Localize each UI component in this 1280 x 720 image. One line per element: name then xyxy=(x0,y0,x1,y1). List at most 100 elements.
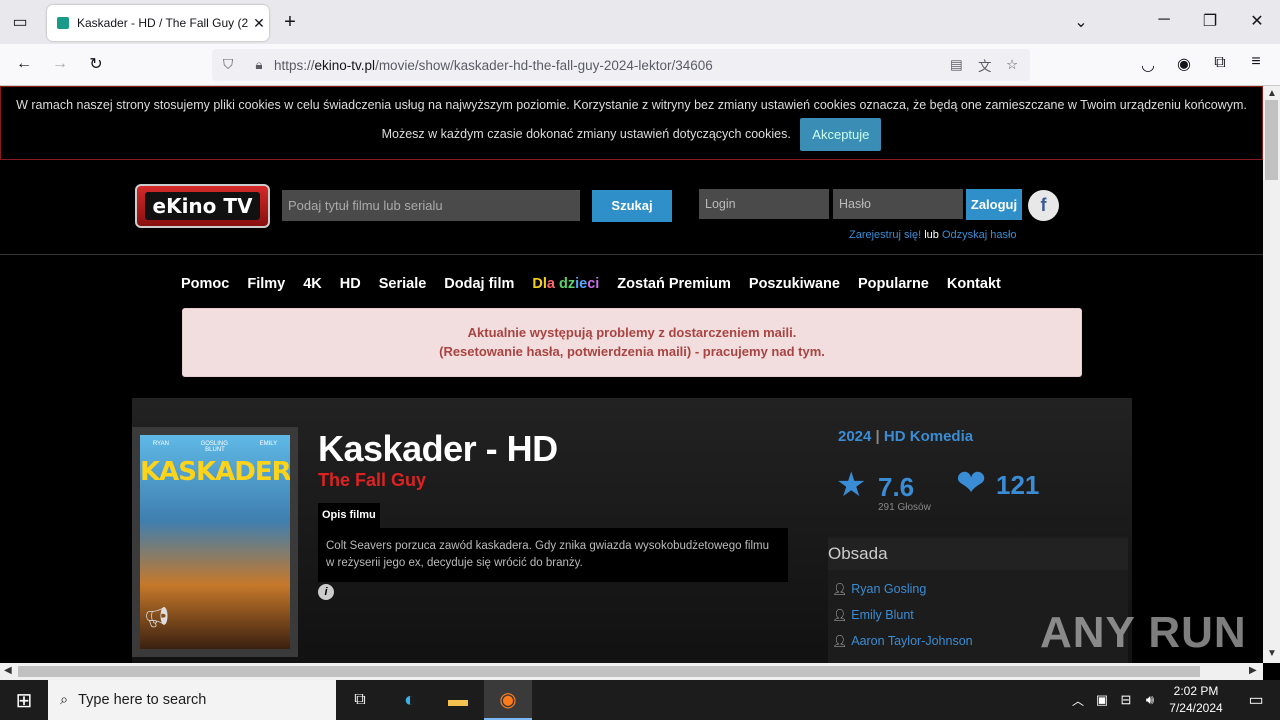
info-icon[interactable]: i xyxy=(318,584,334,600)
main-menu: Pomoc Filmy 4K HD Seriale Dodaj film Dla… xyxy=(181,276,1019,292)
movie-year[interactable]: 2024 xyxy=(838,428,871,445)
or-text: lub xyxy=(924,229,939,241)
cast-item[interactable]: 👤︎ Aaron Taylor-Johnson xyxy=(832,634,973,648)
menu-item-4k[interactable]: 4K xyxy=(303,276,322,292)
person-icon: 👤︎ xyxy=(832,582,848,596)
vertical-scrollbar[interactable]: ▲ ▼ xyxy=(1263,86,1280,663)
register-link[interactable]: Zarejestruj się! xyxy=(849,229,921,241)
url-bar[interactable]: ⛉ 🔒︎ https://ekino-tv.pl/movie/show/kask… xyxy=(212,49,1030,81)
menu-item-popularne[interactable]: Popularne xyxy=(858,276,929,292)
login-button[interactable]: Zaloguj xyxy=(966,189,1022,220)
menu-item-pomoc[interactable]: Pomoc xyxy=(181,276,229,292)
password-field[interactable]: Hasło xyxy=(833,189,963,219)
clock-time: 2:02 PM xyxy=(1173,684,1219,698)
likes-count: 121 xyxy=(996,470,1040,500)
taskbar-search[interactable]: ⌕ Type here to search xyxy=(48,680,336,720)
scroll-down-icon[interactable]: ▼ xyxy=(1267,648,1277,659)
network-icon[interactable]: ⊟ xyxy=(1114,680,1138,720)
alert-line-2: (Resetowanie hasła, potwierdzenia maili)… xyxy=(439,344,825,359)
reload-icon[interactable]: ↻ xyxy=(84,54,108,74)
search-icon: ⌕ xyxy=(60,692,69,708)
file-explorer-icon[interactable]: ▬ xyxy=(434,680,482,720)
url-path: /movie/show/kaskader-hd-the-fall-guy-202… xyxy=(375,57,713,73)
vertical-scroll-thumb[interactable] xyxy=(1265,100,1278,180)
facebook-icon[interactable]: f xyxy=(1028,190,1059,221)
movie-genre[interactable]: HD Komedia xyxy=(884,428,973,445)
megaphone-icon: 📢︎ xyxy=(144,607,170,629)
tab-description[interactable]: Opis filmu xyxy=(318,503,380,528)
translate-icon[interactable]: 文 xyxy=(978,55,992,75)
movie-rating: 7.6 xyxy=(878,472,915,502)
menu-item-premium[interactable]: Zostań Premium xyxy=(617,276,731,292)
shield-icon[interactable]: ⛉ xyxy=(212,57,244,73)
cookie-accept-button[interactable]: Akceptuje xyxy=(800,118,882,151)
lock-icon[interactable]: 🔒︎ xyxy=(244,57,274,73)
poster-image: RYAN GOSLING EMILY BLUNT KASKADER 📢︎ xyxy=(140,435,290,649)
cast-item[interactable]: 👤︎ Ryan Gosling xyxy=(832,582,926,596)
menu-item-seriale[interactable]: Seriale xyxy=(379,276,427,292)
app-menu-icon[interactable]: ≡ xyxy=(1244,53,1268,71)
horizontal-scroll-thumb[interactable] xyxy=(18,666,1200,677)
account-icon[interactable]: ◉ xyxy=(1172,54,1196,74)
tab-title: Kaskader - HD / The Fall Guy (2 xyxy=(77,16,249,30)
minimize-icon[interactable]: ─ xyxy=(1152,11,1176,29)
cast-title: Obsada xyxy=(828,538,1128,570)
forward-icon[interactable]: → xyxy=(48,55,72,73)
firefox-icon[interactable]: ◉ xyxy=(484,680,532,720)
star-icon[interactable]: ★ xyxy=(836,468,866,502)
new-tab-icon[interactable]: + xyxy=(278,11,302,34)
tray-device-icon[interactable]: ▣ xyxy=(1090,680,1114,720)
volume-icon[interactable]: 🔊︎ xyxy=(1138,680,1162,720)
search-input[interactable]: Podaj tytuł filmu lub serialu xyxy=(282,190,580,221)
movie-details: RYAN GOSLING EMILY BLUNT KASKADER 📢︎ Kas… xyxy=(132,398,1132,663)
url-host: ekino-tv.pl xyxy=(314,57,376,73)
scroll-up-icon[interactable]: ▲ xyxy=(1267,88,1277,99)
restore-icon[interactable]: ❐ xyxy=(1198,11,1222,31)
person-icon: 👤︎ xyxy=(832,634,848,648)
person-icon: 👤︎ xyxy=(832,608,848,622)
poster-title: KASKADER xyxy=(140,457,290,487)
horizontal-scrollbar[interactable]: ◀ ▶ xyxy=(0,663,1263,680)
heart-icon[interactable]: ❤ xyxy=(956,464,986,502)
bookmark-star-icon[interactable]: ☆ xyxy=(1006,57,1018,73)
tab-close-icon[interactable]: ✕ xyxy=(249,15,269,32)
cookie-banner: W ramach naszej strony stosujemy pliki c… xyxy=(0,86,1263,160)
site-logo[interactable]: eKino TV xyxy=(135,184,270,228)
menu-item-poszukiwane[interactable]: Poszukiwane xyxy=(749,276,840,292)
browser-tab-active[interactable]: Kaskader - HD / The Fall Guy (2 ✕ xyxy=(47,5,269,41)
taskbar-clock[interactable]: 2:02 PM 7/24/2024 xyxy=(1164,683,1228,717)
cookie-text: W ramach naszej strony stosujemy pliki c… xyxy=(16,98,1247,141)
windows-taskbar: ⊞ ⌕ Type here to search ⧉ ◐ ▬ ◉ ︿ ▣ ⊟ 🔊︎… xyxy=(0,680,1280,720)
login-field[interactable]: Login xyxy=(699,189,829,219)
scroll-right-icon[interactable]: ▶ xyxy=(1249,665,1257,676)
close-window-icon[interactable]: ✕ xyxy=(1245,11,1269,31)
pocket-icon[interactable]: ◡ xyxy=(1136,55,1160,75)
register-links: Zarejestruj się! lub Odzyskaj hasło xyxy=(849,229,1017,241)
edge-icon[interactable]: ◐ xyxy=(386,680,434,720)
menu-item-hd[interactable]: HD xyxy=(340,276,361,292)
menu-item-dla-dzieci[interactable]: Dla dzieci xyxy=(532,276,599,292)
browser-nav-bar: ← → ↻ ⛉ 🔒︎ https://ekino-tv.pl/movie/sho… xyxy=(0,44,1280,86)
movie-poster[interactable]: RYAN GOSLING EMILY BLUNT KASKADER 📢︎ xyxy=(132,427,298,657)
movie-original-title: The Fall Guy xyxy=(318,470,427,490)
back-icon[interactable]: ← xyxy=(12,55,36,73)
vote-count: 291 Głosów xyxy=(878,502,931,513)
menu-item-kontakt[interactable]: Kontakt xyxy=(947,276,1001,292)
url-prefix: https:// xyxy=(274,57,315,73)
reader-view-icon[interactable]: ▤ xyxy=(950,57,963,73)
site-favicon-icon xyxy=(57,17,69,29)
list-tabs-chevron-icon[interactable]: ⌄ xyxy=(1069,12,1093,32)
tab-overview-icon[interactable]: ▭ xyxy=(8,12,32,32)
task-view-icon[interactable]: ⧉ xyxy=(336,680,384,720)
notifications-icon[interactable]: ▭ xyxy=(1232,680,1280,720)
extensions-icon[interactable]: ⧉ xyxy=(1208,54,1232,72)
tray-chevron-icon[interactable]: ︿ xyxy=(1066,680,1090,720)
cast-item[interactable]: 👤︎ Emily Blunt xyxy=(832,608,914,622)
recover-password-link[interactable]: Odzyskaj hasło xyxy=(942,229,1017,241)
menu-item-dodaj-film[interactable]: Dodaj film xyxy=(444,276,514,292)
windows-start-icon[interactable]: ⊞ xyxy=(0,680,48,720)
search-button[interactable]: Szukaj xyxy=(592,190,672,222)
clock-date: 7/24/2024 xyxy=(1169,701,1223,715)
menu-item-filmy[interactable]: Filmy xyxy=(247,276,285,292)
scroll-left-icon[interactable]: ◀ xyxy=(4,665,12,676)
